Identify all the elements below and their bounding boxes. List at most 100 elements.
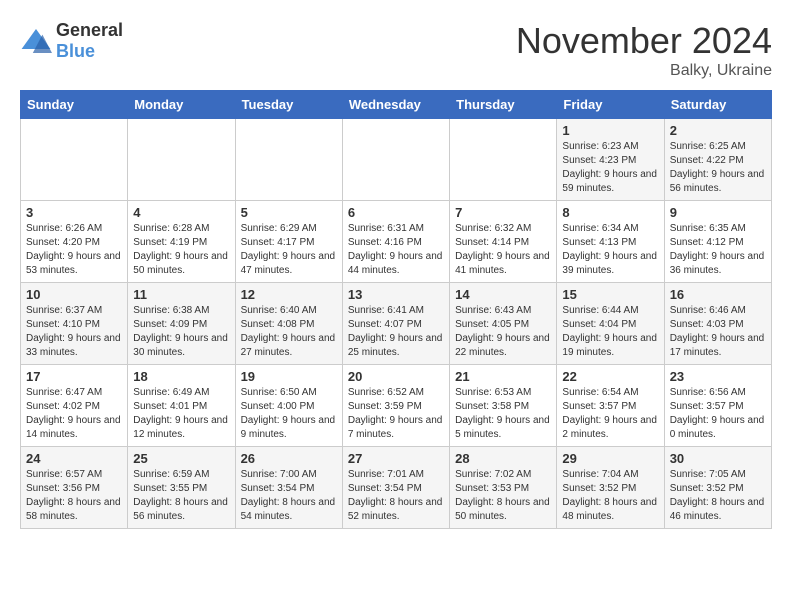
day-number: 28 — [455, 451, 551, 466]
calendar-cell: 8Sunrise: 6:34 AM Sunset: 4:13 PM Daylig… — [557, 201, 664, 283]
header-day-tuesday: Tuesday — [235, 91, 342, 119]
week-row-2: 3 Sunrise: 6:26 AM Sunset: 4:20 PM Daylig… — [21, 201, 772, 283]
day-info: Sunrise: 6:31 AM Sunset: 4:16 PM Dayligh… — [348, 222, 444, 278]
calendar-cell: 4 Sunrise: 6:28 AM Sunset: 4:19 PM Daylig… — [128, 201, 235, 283]
day-info: Sunrise: 6:41 AM Sunset: 4:07 PM Dayligh… — [348, 304, 444, 360]
day-number: 11 — [133, 287, 229, 302]
header-day-wednesday: Wednesday — [342, 91, 449, 119]
calendar-cell — [450, 119, 557, 201]
calendar-cell: 6 Sunrise: 6:31 AM Sunset: 4:16 PM Daylig… — [342, 201, 449, 283]
day-number: 19 — [241, 369, 337, 384]
location: Balky, Ukraine — [516, 62, 772, 80]
week-row-1: 1 Sunrise: 6:23 AM Sunset: 4:23 PM Daylig… — [21, 119, 772, 201]
header-row: SundayMondayTuesdayWednesdayThursdayFrid… — [21, 91, 772, 119]
calendar-cell: 30 Sunrise: 7:05 AM Sunset: 3:52 PM Dayli… — [664, 447, 771, 529]
day-number: 24 — [26, 451, 122, 466]
week-row-4: 17 Sunrise: 6:47 AM Sunset: 4:02 PM Dayli… — [21, 365, 772, 447]
day-number: 4 — [133, 205, 229, 220]
title-block: November 2024 Balky, Ukraine — [516, 20, 772, 80]
day-info: Sunrise: 6:34 AM Sunset: 4:13 PM Dayligh… — [562, 222, 658, 278]
calendar-cell: 10 Sunrise: 6:37 AM Sunset: 4:10 PM Dayli… — [21, 283, 128, 365]
day-number: 30 — [670, 451, 766, 466]
day-number: 12 — [241, 287, 337, 302]
day-number: 26 — [241, 451, 337, 466]
day-info: Sunrise: 6:59 AM Sunset: 3:55 PM Dayligh… — [133, 468, 229, 524]
week-row-3: 10 Sunrise: 6:37 AM Sunset: 4:10 PM Dayli… — [21, 283, 772, 365]
calendar-cell: 25 Sunrise: 6:59 AM Sunset: 3:55 PM Dayli… — [128, 447, 235, 529]
calendar-cell: 19Sunrise: 6:50 AM Sunset: 4:00 PM Dayli… — [235, 365, 342, 447]
calendar-cell: 23Sunrise: 6:56 AM Sunset: 3:57 PM Dayli… — [664, 365, 771, 447]
logo-text: General Blue — [56, 20, 123, 62]
logo-icon — [20, 25, 52, 57]
day-info: Sunrise: 6:49 AM Sunset: 4:01 PM Dayligh… — [133, 386, 229, 442]
calendar-cell: 2 Sunrise: 6:25 AM Sunset: 4:22 PM Daylig… — [664, 119, 771, 201]
day-info: Sunrise: 7:00 AM Sunset: 3:54 PM Dayligh… — [241, 468, 337, 524]
day-info: Sunrise: 6:23 AM Sunset: 4:23 PM Dayligh… — [562, 140, 658, 196]
day-number: 5 — [241, 205, 337, 220]
logo-blue: Blue — [56, 41, 123, 62]
calendar-cell: 29 Sunrise: 7:04 AM Sunset: 3:52 PM Dayli… — [557, 447, 664, 529]
day-number: 29 — [562, 451, 658, 466]
day-number: 21 — [455, 369, 551, 384]
calendar-cell: 9Sunrise: 6:35 AM Sunset: 4:12 PM Daylig… — [664, 201, 771, 283]
calendar-header: SundayMondayTuesdayWednesdayThursdayFrid… — [21, 91, 772, 119]
calendar-cell — [128, 119, 235, 201]
day-number: 15 — [562, 287, 658, 302]
day-number: 27 — [348, 451, 444, 466]
day-info: Sunrise: 6:29 AM Sunset: 4:17 PM Dayligh… — [241, 222, 337, 278]
day-info: Sunrise: 7:02 AM Sunset: 3:53 PM Dayligh… — [455, 468, 551, 524]
header-day-friday: Friday — [557, 91, 664, 119]
day-number: 10 — [26, 287, 122, 302]
calendar-cell: 21Sunrise: 6:53 AM Sunset: 3:58 PM Dayli… — [450, 365, 557, 447]
calendar-cell: 24Sunrise: 6:57 AM Sunset: 3:56 PM Dayli… — [21, 447, 128, 529]
calendar-cell: 15 Sunrise: 6:44 AM Sunset: 4:04 PM Dayli… — [557, 283, 664, 365]
day-number: 3 — [26, 205, 122, 220]
day-number: 9 — [670, 205, 766, 220]
day-number: 18 — [133, 369, 229, 384]
calendar-cell: 3 Sunrise: 6:26 AM Sunset: 4:20 PM Daylig… — [21, 201, 128, 283]
calendar-cell — [21, 119, 128, 201]
day-info: Sunrise: 6:54 AM Sunset: 3:57 PM Dayligh… — [562, 386, 658, 442]
calendar-cell: 17 Sunrise: 6:47 AM Sunset: 4:02 PM Dayli… — [21, 365, 128, 447]
calendar-cell: 16Sunrise: 6:46 AM Sunset: 4:03 PM Dayli… — [664, 283, 771, 365]
day-number: 22 — [562, 369, 658, 384]
month-title: November 2024 — [516, 20, 772, 62]
day-info: Sunrise: 7:01 AM Sunset: 3:54 PM Dayligh… — [348, 468, 444, 524]
calendar-cell: 20 Sunrise: 6:52 AM Sunset: 3:59 PM Dayli… — [342, 365, 449, 447]
day-info: Sunrise: 6:44 AM Sunset: 4:04 PM Dayligh… — [562, 304, 658, 360]
logo-general: General — [56, 20, 123, 41]
day-info: Sunrise: 6:47 AM Sunset: 4:02 PM Dayligh… — [26, 386, 122, 442]
calendar-cell: 27 Sunrise: 7:01 AM Sunset: 3:54 PM Dayli… — [342, 447, 449, 529]
day-info: Sunrise: 6:52 AM Sunset: 3:59 PM Dayligh… — [348, 386, 444, 442]
day-info: Sunrise: 6:26 AM Sunset: 4:20 PM Dayligh… — [26, 222, 122, 278]
day-info: Sunrise: 7:05 AM Sunset: 3:52 PM Dayligh… — [670, 468, 766, 524]
day-number: 25 — [133, 451, 229, 466]
calendar-cell: 22 Sunrise: 6:54 AM Sunset: 3:57 PM Dayli… — [557, 365, 664, 447]
day-number: 16 — [670, 287, 766, 302]
calendar-body: 1 Sunrise: 6:23 AM Sunset: 4:23 PM Daylig… — [21, 119, 772, 529]
day-info: Sunrise: 7:04 AM Sunset: 3:52 PM Dayligh… — [562, 468, 658, 524]
day-info: Sunrise: 6:37 AM Sunset: 4:10 PM Dayligh… — [26, 304, 122, 360]
calendar-cell: 7Sunrise: 6:32 AM Sunset: 4:14 PM Daylig… — [450, 201, 557, 283]
day-info: Sunrise: 6:25 AM Sunset: 4:22 PM Dayligh… — [670, 140, 766, 196]
day-info: Sunrise: 6:38 AM Sunset: 4:09 PM Dayligh… — [133, 304, 229, 360]
calendar-cell: 1 Sunrise: 6:23 AM Sunset: 4:23 PM Daylig… — [557, 119, 664, 201]
day-number: 20 — [348, 369, 444, 384]
calendar-cell: 12Sunrise: 6:40 AM Sunset: 4:08 PM Dayli… — [235, 283, 342, 365]
day-number: 23 — [670, 369, 766, 384]
calendar-cell — [342, 119, 449, 201]
day-number: 2 — [670, 123, 766, 138]
day-info: Sunrise: 6:28 AM Sunset: 4:19 PM Dayligh… — [133, 222, 229, 278]
header-day-thursday: Thursday — [450, 91, 557, 119]
header-day-sunday: Sunday — [21, 91, 128, 119]
page-header: General Blue November 2024 Balky, Ukrain… — [20, 20, 772, 80]
day-info: Sunrise: 6:43 AM Sunset: 4:05 PM Dayligh… — [455, 304, 551, 360]
logo: General Blue — [20, 20, 123, 62]
day-number: 1 — [562, 123, 658, 138]
day-number: 6 — [348, 205, 444, 220]
calendar-cell — [235, 119, 342, 201]
calendar-cell: 11 Sunrise: 6:38 AM Sunset: 4:09 PM Dayli… — [128, 283, 235, 365]
calendar-cell: 14Sunrise: 6:43 AM Sunset: 4:05 PM Dayli… — [450, 283, 557, 365]
calendar-cell: 28 Sunrise: 7:02 AM Sunset: 3:53 PM Dayli… — [450, 447, 557, 529]
day-number: 17 — [26, 369, 122, 384]
